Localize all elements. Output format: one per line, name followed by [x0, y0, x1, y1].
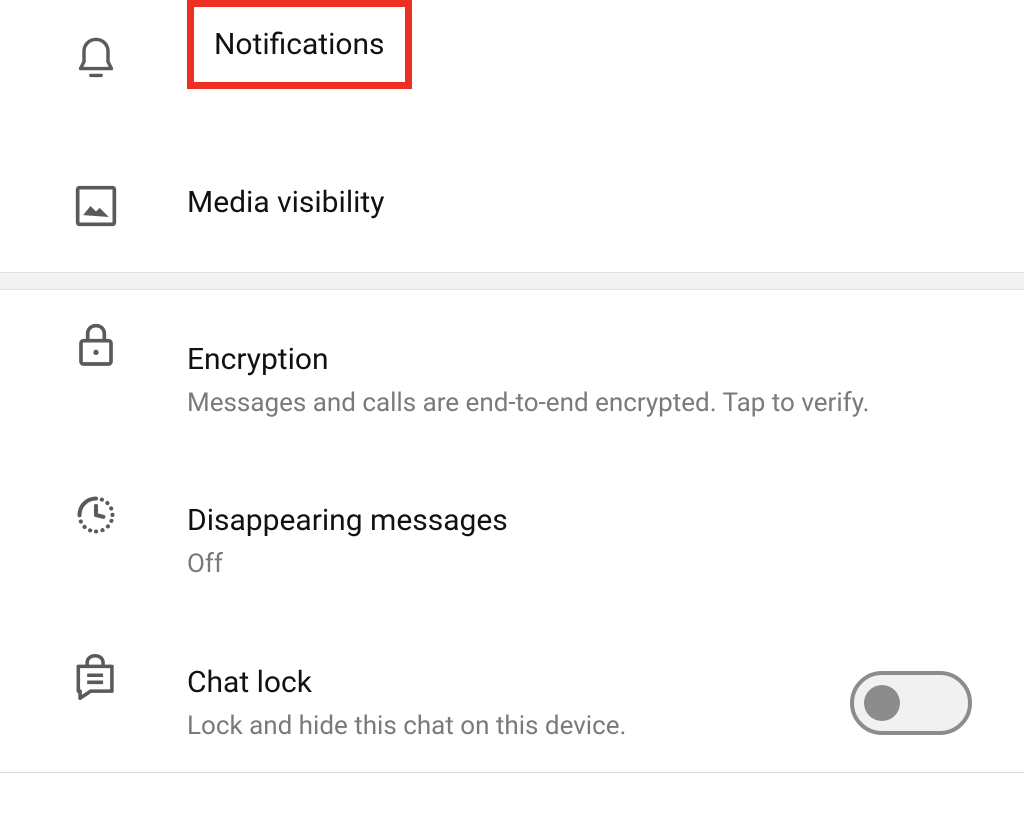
- lock-icon: [72, 320, 120, 368]
- disappearing-content: Disappearing messages Off: [187, 501, 984, 582]
- encryption-subtitle: Messages and calls are end-to-end encryp…: [187, 385, 984, 421]
- encryption-item[interactable]: Encryption Messages and calls are end-to…: [0, 290, 1024, 461]
- toggle-knob: [864, 685, 900, 721]
- encryption-content: Encryption Messages and calls are end-to…: [187, 340, 984, 421]
- highlight-box: Notifications: [187, 0, 412, 89]
- settings-list: Notifications Media visibility: [0, 0, 1024, 773]
- media-visibility-item[interactable]: Media visibility: [0, 139, 1024, 272]
- media-visibility-content: Media visibility: [187, 183, 984, 222]
- bottom-divider: [0, 772, 1024, 773]
- disappearing-messages-item[interactable]: Disappearing messages Off: [0, 461, 1024, 622]
- chat-lock-label: Chat lock: [187, 663, 830, 702]
- media-visibility-label: Media visibility: [187, 183, 984, 222]
- notifications-item[interactable]: Notifications: [0, 0, 1024, 139]
- bell-icon: [72, 36, 120, 84]
- section-divider: [0, 272, 1024, 290]
- disappearing-subtitle: Off: [187, 546, 984, 582]
- chat-lock-toggle[interactable]: [850, 671, 972, 735]
- chat-lock-icon: [72, 653, 120, 701]
- chat-lock-subtitle: Lock and hide this chat on this device.: [187, 708, 830, 744]
- notifications-content: Notifications: [187, 0, 984, 89]
- settings-section-2: Encryption Messages and calls are end-to…: [0, 290, 1024, 768]
- timer-icon: [72, 491, 120, 539]
- chat-lock-item[interactable]: Chat lock Lock and hide this chat on thi…: [0, 623, 1024, 768]
- chat-lock-content: Chat lock Lock and hide this chat on thi…: [187, 663, 850, 744]
- notifications-label: Notifications: [214, 27, 385, 62]
- disappearing-label: Disappearing messages: [187, 501, 984, 540]
- settings-section-1: Notifications Media visibility: [0, 0, 1024, 272]
- encryption-label: Encryption: [187, 340, 984, 379]
- image-icon: [72, 182, 120, 230]
